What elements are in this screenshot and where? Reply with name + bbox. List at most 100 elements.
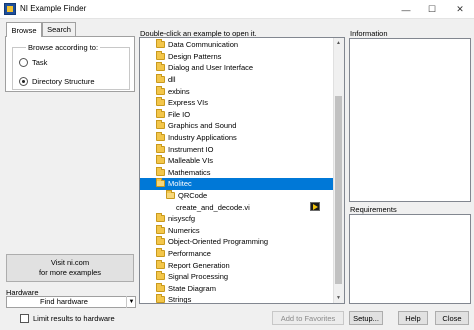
add-to-favorites-button[interactable]: Add to Favorites bbox=[272, 311, 344, 325]
requirements-label: Requirements bbox=[350, 205, 397, 214]
visit-line-1: Visit ni.com bbox=[50, 258, 90, 267]
vi-icon bbox=[310, 202, 320, 212]
help-button[interactable]: Help bbox=[398, 311, 428, 325]
folder-icon bbox=[156, 166, 165, 176]
folder-icon bbox=[156, 224, 165, 234]
tree-item-vi[interactable]: create_and_decode.vi bbox=[140, 201, 336, 213]
tree-item-label: exbins bbox=[168, 86, 190, 96]
task-radio-label[interactable]: Task bbox=[32, 58, 47, 67]
folder-icon bbox=[156, 282, 165, 292]
tree-item-folder[interactable]: Industry Applications bbox=[140, 132, 336, 144]
scroll-down-arrow-icon[interactable]: ▼ bbox=[333, 293, 344, 303]
tree-item-folder[interactable]: Express VIs bbox=[140, 97, 336, 109]
tree-item-label: Instrument IO bbox=[168, 144, 214, 154]
tab-search[interactable]: Search bbox=[42, 22, 76, 36]
folder-open-icon bbox=[166, 190, 175, 200]
folder-icon bbox=[156, 248, 165, 258]
tree-item-label: Strings bbox=[168, 295, 192, 304]
scroll-up-arrow-icon[interactable]: ▲ bbox=[333, 38, 344, 48]
ni-app-icon bbox=[4, 3, 16, 15]
tree-item-folder[interactable]: dll bbox=[140, 74, 336, 86]
tree-item-label: Dialog and User Interface bbox=[168, 63, 254, 73]
folder-icon bbox=[156, 108, 165, 118]
tree-item-label: create_and_decode.vi bbox=[176, 202, 250, 212]
tree-item-folder[interactable]: Performance bbox=[140, 248, 336, 260]
minimize-button[interactable]: — bbox=[392, 0, 420, 19]
tree-item-folder[interactable]: File IO bbox=[140, 108, 336, 121]
setup-button[interactable]: Setup... bbox=[349, 311, 383, 325]
folder-icon bbox=[156, 39, 165, 49]
tree-item-label: Malleable VIs bbox=[168, 156, 214, 166]
tree-item-label: Performance bbox=[168, 249, 211, 259]
visit-ni-button[interactable]: Visit ni.com for more examples bbox=[6, 254, 134, 282]
tree-item-folder[interactable]: Malleable VIs bbox=[140, 155, 336, 167]
browse-group-label: Browse according to: bbox=[26, 43, 101, 52]
maximize-button[interactable]: ☐ bbox=[418, 0, 446, 19]
tree-item-folder[interactable]: QRCode bbox=[140, 190, 336, 202]
folder-icon bbox=[156, 294, 165, 303]
tree-item-folder[interactable]: Dialog and User Interface bbox=[140, 62, 336, 74]
directory-structure-radio-label[interactable]: Directory Structure bbox=[32, 77, 95, 86]
tree-item-folder[interactable]: Design Patterns bbox=[140, 50, 336, 63]
information-label: Information bbox=[350, 29, 388, 38]
hardware-dropdown-value[interactable]: Find hardware bbox=[14, 297, 114, 306]
folder-icon bbox=[156, 74, 165, 84]
requirements-panel bbox=[349, 214, 471, 304]
tree-item-label: Mathematics bbox=[168, 167, 211, 177]
tree-item-folder[interactable]: State Diagram bbox=[140, 282, 336, 295]
tree-item-folder[interactable]: Report Generation bbox=[140, 259, 336, 271]
tree-item-folder[interactable]: Signal Processing bbox=[140, 271, 336, 283]
information-panel bbox=[349, 38, 471, 202]
window-close-button[interactable]: ✕ bbox=[446, 0, 474, 19]
folder-open-icon bbox=[156, 178, 165, 188]
visit-line-2: for more examples bbox=[38, 268, 102, 277]
tree-item-label: Signal Processing bbox=[168, 272, 229, 282]
scrollbar-thumb[interactable] bbox=[335, 96, 342, 284]
tree-item-folder[interactable]: Mathematics bbox=[140, 166, 336, 179]
tree-item-label: Molitec bbox=[168, 179, 192, 189]
tree-item-folder[interactable]: Object-Oriented Programming bbox=[140, 236, 336, 248]
tree-item-folder[interactable]: Graphics and Sound bbox=[140, 120, 336, 132]
tree-item-folder[interactable]: Data Communication bbox=[140, 39, 336, 51]
tree-item-label: dll bbox=[168, 75, 176, 85]
tree-item-label: Numerics bbox=[168, 225, 200, 235]
tree-item-folder[interactable]: Numerics bbox=[140, 224, 336, 237]
limit-to-hardware-label[interactable]: Limit results to hardware bbox=[33, 314, 115, 323]
tree-item-label: Design Patterns bbox=[168, 51, 222, 61]
folder-icon bbox=[156, 62, 165, 72]
tree-item-folder[interactable]: Strings bbox=[140, 294, 336, 304]
tree-item-folder[interactable]: Instrument IO bbox=[140, 143, 336, 155]
folder-icon bbox=[156, 120, 165, 130]
folder-icon bbox=[156, 155, 165, 165]
tree-item-label: Express VIs bbox=[168, 98, 209, 108]
folder-icon bbox=[156, 236, 165, 246]
window-title: NI Example Finder bbox=[20, 4, 87, 13]
folder-icon bbox=[156, 143, 165, 153]
tree-item-label: Object-Oriented Programming bbox=[168, 237, 269, 247]
folder-icon bbox=[156, 259, 165, 269]
limit-to-hardware-checkbox[interactable] bbox=[20, 314, 29, 323]
tree-item-folder[interactable]: exbins bbox=[140, 85, 336, 97]
tree-item-label: Industry Applications bbox=[168, 133, 237, 143]
tree-item-label: Report Generation bbox=[168, 260, 230, 270]
folder-icon bbox=[156, 271, 165, 281]
task-radio[interactable] bbox=[19, 58, 28, 67]
tree-item-label: Graphics and Sound bbox=[168, 121, 237, 131]
tree-item-folder[interactable]: nisyscfg bbox=[140, 213, 336, 225]
tree-item-label: File IO bbox=[168, 109, 191, 119]
directory-structure-radio[interactable] bbox=[19, 77, 28, 86]
tab-browse[interactable]: Browse bbox=[6, 22, 42, 37]
folder-icon bbox=[156, 97, 165, 107]
tree-item-label: nisyscfg bbox=[168, 214, 196, 224]
tree-item-label: Data Communication bbox=[168, 40, 239, 50]
chevron-down-icon[interactable]: ▼ bbox=[126, 296, 136, 308]
close-button[interactable]: Close bbox=[435, 311, 469, 325]
folder-icon bbox=[156, 213, 165, 223]
tree-item-label: QRCode bbox=[178, 191, 208, 201]
example-tree[interactable]: Data Communication Design Patterns Dialog … bbox=[139, 37, 345, 304]
folder-icon bbox=[156, 85, 165, 95]
folder-icon bbox=[156, 132, 165, 142]
tree-item-folder[interactable]: Molitec bbox=[140, 178, 336, 190]
tree-item-label: State Diagram bbox=[168, 283, 216, 293]
folder-icon bbox=[156, 50, 165, 60]
